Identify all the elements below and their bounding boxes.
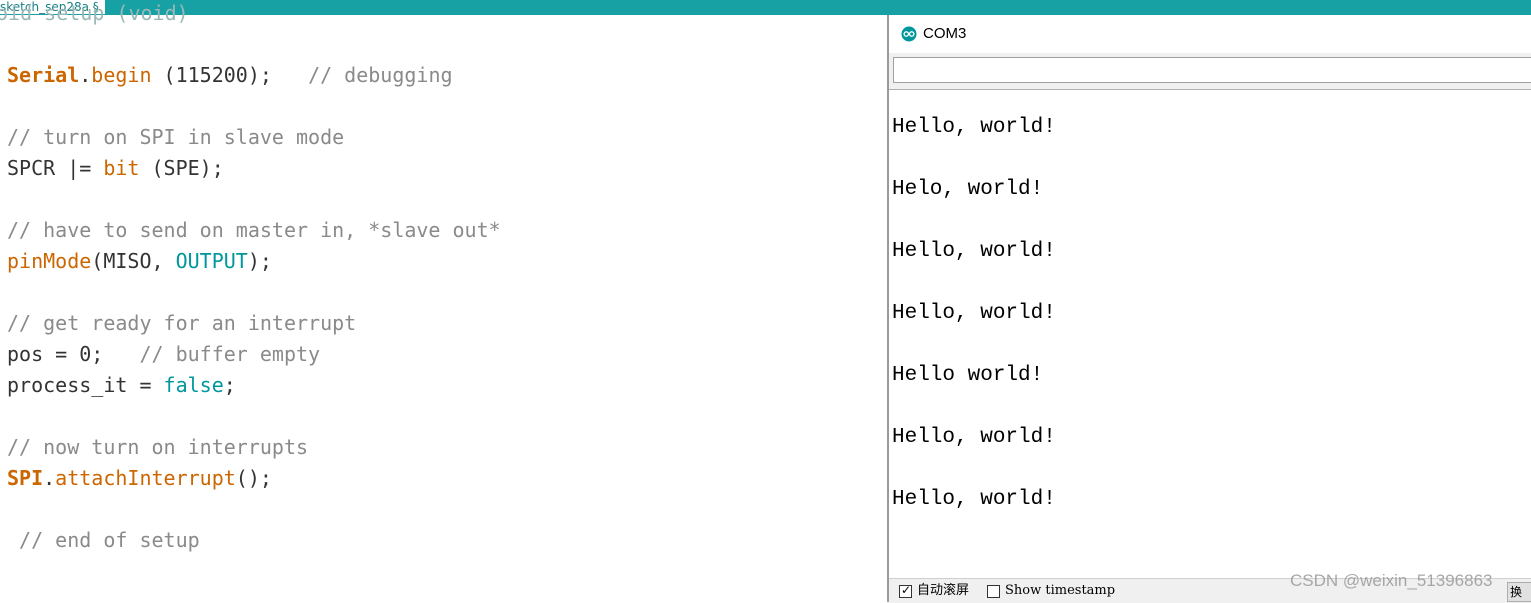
code-token: begin: [91, 63, 152, 87]
watermark: CSDN @weixin_51396863: [1290, 571, 1493, 590]
autoscroll-label: 自动滚屏: [917, 583, 970, 598]
code-token: false: [163, 373, 224, 397]
code-comment: // have to send on master in, *slave out…: [7, 218, 501, 242]
code-line: pos = 0; // buffer empty: [7, 339, 320, 370]
code-comment: // now turn on interrupts: [7, 435, 309, 459]
code-token: .: [79, 63, 92, 87]
show-timestamp-label: Show timestamp: [1005, 583, 1116, 598]
arduino-logo-icon: [901, 26, 917, 42]
output-line: Helo, world!: [892, 178, 1044, 201]
show-timestamp-checkbox[interactable]: [987, 585, 1000, 598]
code-token: attachInterrupt: [55, 466, 236, 490]
code-token: pinMode: [7, 249, 92, 273]
code-token: .: [43, 466, 56, 490]
code-token: ;: [223, 373, 236, 397]
code-line: SPCR |= bit (SPE);: [7, 153, 224, 184]
code-line: process_it = false;: [7, 370, 236, 401]
code-token: (SPE);: [139, 156, 224, 180]
code-token: SPCR |=: [7, 156, 104, 180]
check-icon: ✓: [901, 583, 912, 597]
code-token: (115200);: [151, 63, 309, 87]
output-line: Hello, world!: [892, 302, 1056, 325]
serial-monitor-window: COM3 Hello, world! Helo, world! Hello, w…: [887, 15, 1531, 603]
autoscroll-checkbox[interactable]: ✓: [899, 583, 912, 598]
line-ending-dropdown[interactable]: 换行: [1507, 582, 1531, 602]
code-comment: // buffer empty: [139, 342, 321, 366]
output-line: Hello world!: [892, 364, 1044, 387]
code-token: );: [247, 249, 272, 273]
code-token: ();: [235, 466, 272, 490]
output-line: Hello, world!: [892, 488, 1056, 511]
output-line: Hello, world!: [892, 426, 1056, 449]
code-token: pos = 0;: [7, 342, 140, 366]
code-comment: // turn on SPI in slave mode: [7, 125, 345, 149]
send-bar: [889, 53, 1531, 89]
output-line: Hello, world!: [892, 240, 1056, 263]
output-line: Hello, world!: [892, 116, 1056, 139]
code-token: bit: [103, 156, 140, 180]
serial-output[interactable]: Hello, world! Helo, world! Hello, world!…: [889, 89, 1531, 579]
code-token: SPI: [7, 466, 44, 490]
code-comment: // end of setup: [7, 528, 200, 552]
send-input[interactable]: [893, 57, 1531, 83]
code-editor[interactable]: sketch_sep28a § oid setup (void) Serial.…: [0, 0, 887, 602]
code-line: Serial.begin (115200); // debugging: [7, 60, 453, 91]
code-comment: // debugging: [308, 63, 453, 87]
code-comment: // get ready for an interrupt: [7, 311, 357, 335]
code-token: Serial: [7, 63, 80, 87]
code-token: (MISO,: [91, 249, 176, 273]
code-line: pinMode(MISO, OUTPUT);: [7, 246, 272, 277]
code-line: SPI.attachInterrupt();: [7, 463, 272, 494]
code-token: OUTPUT: [175, 249, 248, 273]
serial-monitor-title: COM3: [923, 25, 967, 42]
serial-monitor-titlebar[interactable]: COM3: [889, 15, 1531, 53]
code-line-setup: oid setup (void): [0, 1, 189, 25]
code-token: process_it =: [7, 373, 164, 397]
